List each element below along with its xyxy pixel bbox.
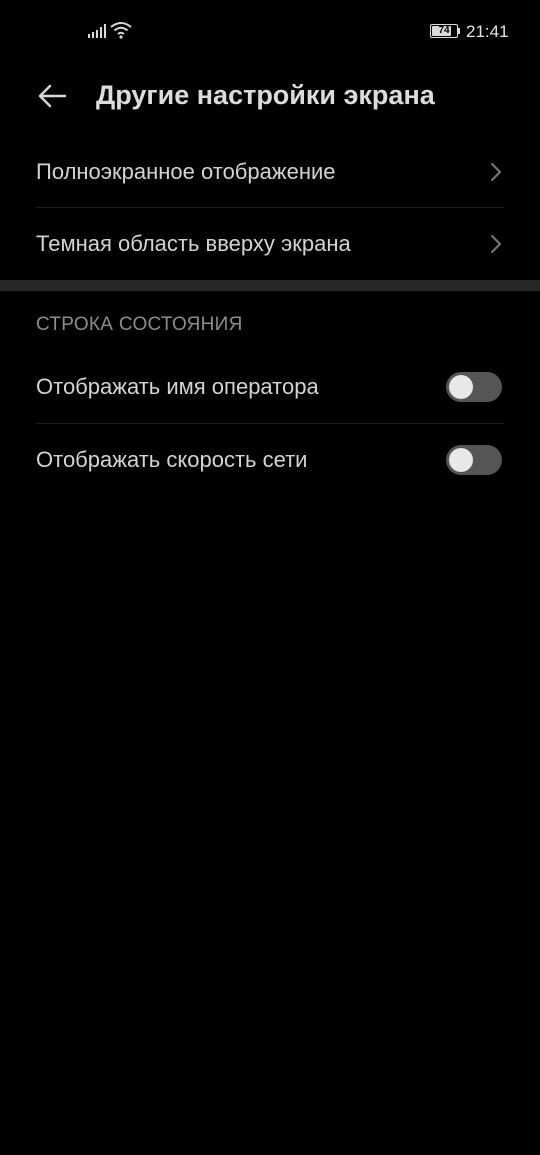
app-header: Другие настройки экрана	[0, 62, 540, 128]
arrow-left-icon	[38, 84, 67, 108]
battery-level: 74	[438, 25, 450, 36]
show-network-speed-item[interactable]: Отображать скорость сети	[36, 424, 504, 496]
status-bar: 74 21:41	[0, 0, 540, 62]
show-carrier-name-toggle[interactable]	[446, 372, 502, 402]
fullscreen-display-item[interactable]: Полноэкранное отображение	[36, 136, 504, 208]
show-carrier-name-item[interactable]: Отображать имя оператора	[36, 351, 504, 423]
toggle-knob	[449, 448, 473, 472]
toggle-knob	[449, 375, 473, 399]
battery-tip	[458, 28, 460, 34]
row-label: Темная область вверху экрана	[36, 231, 351, 256]
section-separator	[0, 280, 540, 291]
chevron-right-icon	[491, 235, 501, 253]
battery-icon: 74	[430, 24, 458, 38]
back-button[interactable]	[30, 74, 74, 118]
show-network-speed-toggle[interactable]	[446, 445, 502, 475]
chevron-right-icon	[491, 163, 501, 181]
signal-icon	[88, 24, 106, 38]
row-label: Отображать имя оператора	[36, 374, 319, 399]
notch-area-item[interactable]: Темная область вверху экрана	[36, 208, 504, 280]
wifi-icon	[110, 22, 132, 39]
page-title: Другие настройки экрана	[96, 80, 435, 110]
row-label: Полноэкранное отображение	[36, 159, 336, 184]
settings-screen: 74 21:41 Другие настройки экрана Полноэк…	[0, 0, 540, 1155]
clock: 21:41	[466, 22, 509, 41]
row-label: Отображать скорость сети	[36, 447, 308, 472]
status-bar-section-header: СТРОКА СОСТОЯНИЯ	[36, 314, 243, 335]
